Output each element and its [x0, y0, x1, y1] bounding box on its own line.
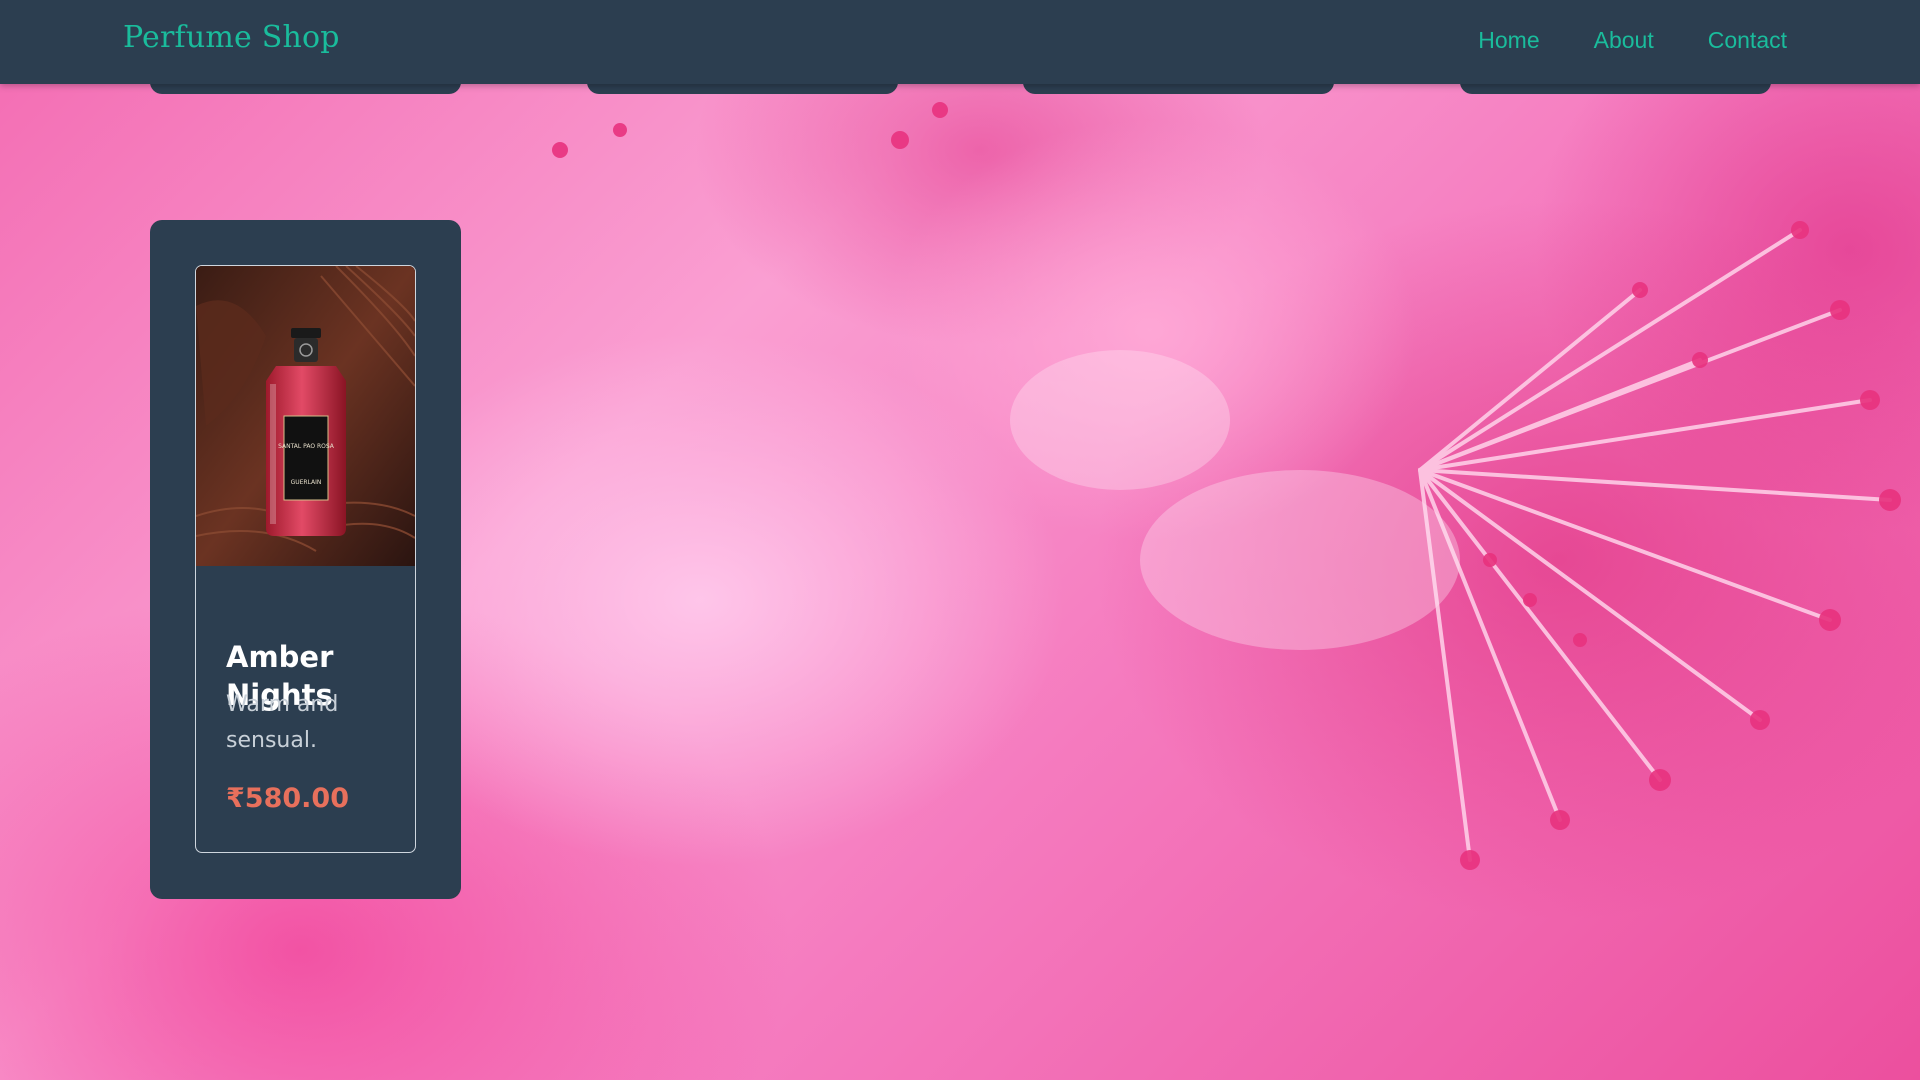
bottle-brand-text: GUERLAIN [291, 479, 322, 486]
nav-link-home[interactable]: Home [1478, 27, 1539, 54]
nav-link-contact[interactable]: Contact [1708, 27, 1787, 54]
nav-link-about[interactable]: About [1594, 27, 1654, 54]
top-navbar: Perfume Shop Home About Contact [0, 0, 1920, 84]
product-image: SANTAL PAO ROSA GUERLAIN [196, 266, 415, 566]
product-card: SANTAL PAO ROSA GUERLAIN Amber Nights Wa… [150, 220, 461, 899]
brand-logo-text[interactable]: Perfume Shop [123, 20, 340, 55]
product-description: Warm and sensual. [226, 692, 339, 753]
bottle-label-text: SANTAL PAO ROSA [278, 443, 335, 450]
product-price: ₹580.00 [226, 783, 349, 814]
main-nav: Home About Contact [1478, 27, 1787, 54]
product-card-body[interactable]: SANTAL PAO ROSA GUERLAIN Amber Nights Wa… [195, 265, 416, 853]
